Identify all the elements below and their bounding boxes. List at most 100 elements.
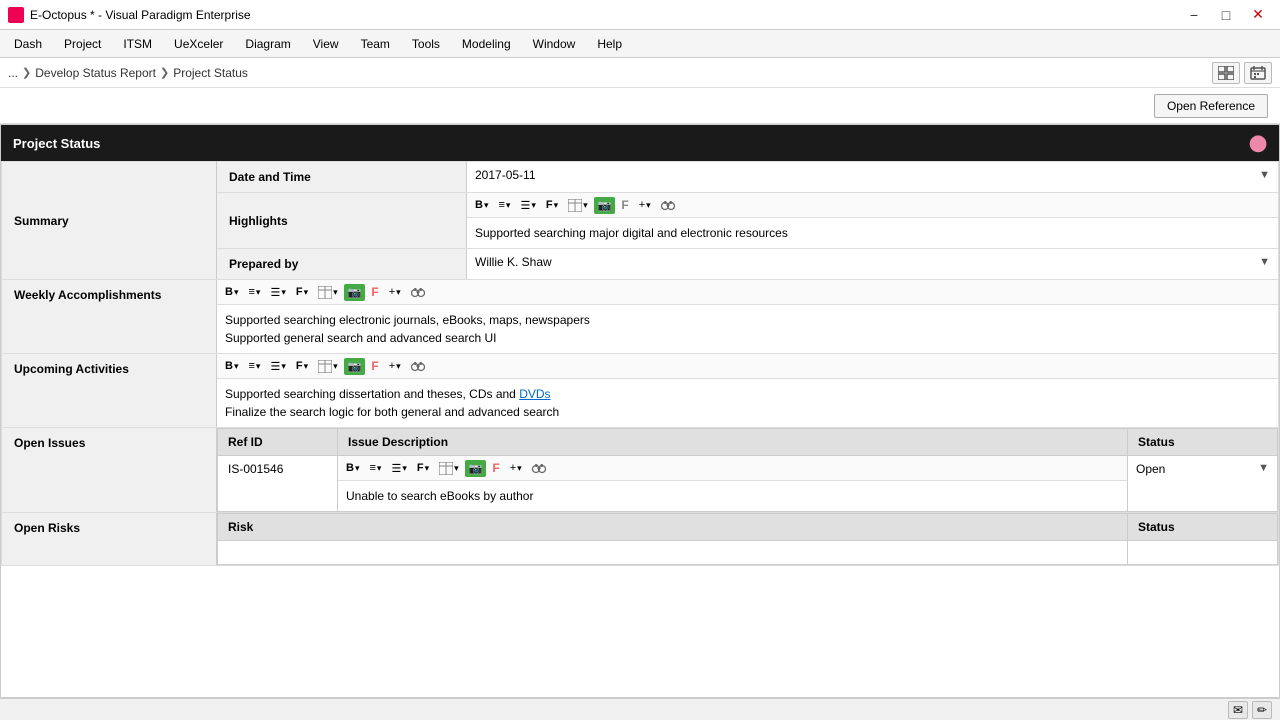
weekly-content-cell: B▾ ≡▾ ☰▾ F▾ ▾ 📷 F +▾ [217,280,1279,354]
open-risks-content-cell: Risk Status [217,513,1279,566]
risk-header: Risk [218,514,1128,541]
menu-view[interactable]: View [303,33,349,55]
open-issues-table: Ref ID Issue Description Status IS-00154… [217,428,1278,512]
risk-status-header: Status [1128,514,1278,541]
menu-window[interactable]: Window [523,33,586,55]
highlights-align-btn[interactable]: ≡▾ [494,197,514,213]
datetime-value: 2017-05-11 [475,168,536,182]
risk-empty-cell [218,541,1128,565]
prepared-by-value-cell[interactable]: Willie K. Shaw ▼ [467,249,1279,280]
issue-font-btn[interactable]: F▾ [413,460,433,476]
upcoming-add-btn[interactable]: +▾ [385,358,405,374]
edit-icon-btn[interactable]: ✏ [1252,701,1272,719]
title-bar: E-Octopus * - Visual Paradigm Enterprise… [0,0,1280,30]
upcoming-link-btn[interactable]: F [367,357,382,375]
main-wrapper: Project Status ⬤ Summary Date and Time 2… [0,124,1280,698]
breadcrumb-develop-status[interactable]: Develop Status Report [35,66,156,80]
menu-project[interactable]: Project [54,33,111,55]
menu-tools[interactable]: Tools [402,33,450,55]
layout-icon-btn[interactable] [1212,62,1240,84]
menu-itsm[interactable]: ITSM [113,33,162,55]
menu-bar: Dash Project ITSM UeXceler Diagram View … [0,30,1280,58]
weekly-add-btn[interactable]: +▾ [385,284,405,300]
mail-icon-btn[interactable]: ✉ [1228,701,1248,719]
weekly-table-btn[interactable]: ▾ [314,284,342,301]
prepared-by-dropdown-arrow[interactable]: ▼ [1259,256,1270,268]
highlights-font-btn[interactable]: F▾ [542,197,562,213]
restore-button[interactable]: □ [1212,5,1240,25]
issue-desc-header: Issue Description [338,429,1128,456]
calendar-icon-btn[interactable] [1244,62,1272,84]
weekly-list-btn[interactable]: ☰▾ [266,284,289,301]
weekly-font-btn[interactable]: F▾ [292,284,312,300]
minimize-button[interactable]: − [1180,5,1208,25]
highlights-bold-btn[interactable]: B▾ [471,197,492,213]
upcoming-label: Upcoming Activities [2,354,217,428]
issue-bold-btn[interactable]: B▾ [342,460,363,476]
datetime-label: Date and Time [217,162,467,193]
weekly-toolbar: B▾ ≡▾ ☰▾ F▾ ▾ 📷 F +▾ [217,280,1278,305]
table-icon [568,199,582,212]
weekly-link-btn[interactable]: F [367,283,382,301]
menu-uexceler[interactable]: UeXceler [164,33,233,55]
weekly-line-1: Supported searching electronic journals,… [225,311,1270,329]
summary-label: Summary [2,162,217,280]
highlights-link-btn[interactable]: F [617,196,632,214]
breadcrumb-project-status[interactable]: Project Status [173,66,248,80]
weekly-text[interactable]: Supported searching electronic journals,… [217,305,1278,353]
menu-modeling[interactable]: Modeling [452,33,521,55]
upcoming-table-btn[interactable]: ▾ [314,358,342,375]
issue-status-cell[interactable]: Open ▼ [1128,456,1278,512]
weekly-align-btn[interactable]: ≡▾ [244,284,264,300]
breadcrumb-more[interactable]: ... [8,66,18,80]
issue-add-btn[interactable]: +▾ [506,460,526,476]
highlights-binoculars-btn[interactable] [657,197,679,213]
main-content: Project Status ⬤ Summary Date and Time 2… [0,124,1280,698]
issue-description-text[interactable]: Unable to search eBooks by author [338,481,1127,511]
datetime-value-cell[interactable]: 2017-05-11 ▼ [467,162,1279,193]
calendar-icon [1250,66,1266,80]
weekly-img-btn[interactable]: 📷 [344,284,366,301]
upcoming-bold-btn[interactable]: B▾ [221,358,242,374]
upcoming-font-btn[interactable]: F▾ [292,358,312,374]
weekly-label: Weekly Accomplishments [2,280,217,354]
issue-status-value: Open [1136,462,1165,476]
issue-link-btn[interactable]: F [488,459,503,477]
issue-align-btn[interactable]: ≡▾ [365,460,385,476]
open-risks-row: Open Risks Risk Status [2,513,1279,566]
open-issues-header-row: Ref ID Issue Description Status [218,429,1278,456]
upcoming-img-btn[interactable]: 📷 [344,358,366,375]
issue-status-dropdown[interactable]: ▼ [1258,462,1269,474]
risk-empty-row [218,541,1278,565]
highlights-list-btn[interactable]: ☰▾ [516,197,539,214]
open-ref-bar: Open Reference [0,88,1280,124]
issue-img-btn[interactable]: 📷 [465,460,487,477]
highlights-img-btn[interactable]: 📷 [594,197,616,214]
highlights-value-cell: B▾ ≡▾ ☰▾ F▾ ▾ 📷 F +▾ [467,193,1279,249]
menu-diagram[interactable]: Diagram [235,33,300,55]
highlights-add-btn[interactable]: +▾ [635,197,655,213]
weekly-bold-btn[interactable]: B▾ [221,284,242,300]
menu-help[interactable]: Help [587,33,632,55]
summary-datetime-row: Summary Date and Time 2017-05-11 ▼ [2,162,1279,193]
upcoming-align-btn[interactable]: ≡▾ [244,358,264,374]
dvds-link[interactable]: DVDs [519,387,550,401]
issue-table-btn[interactable]: ▾ [435,460,463,477]
close-button[interactable]: ✕ [1244,5,1272,25]
open-issues-row: Open Issues Ref ID Issue Description Sta… [2,428,1279,513]
issue-list-btn[interactable]: ☰▾ [387,460,410,477]
menu-team[interactable]: Team [351,33,400,55]
upcoming-activities-row: Upcoming Activities B▾ ≡▾ ☰▾ F▾ ▾ [2,354,1279,428]
window-controls[interactable]: − □ ✕ [1180,5,1272,25]
issue-binoculars-btn[interactable] [528,460,550,476]
menu-dash[interactable]: Dash [4,33,52,55]
datetime-dropdown-arrow[interactable]: ▼ [1259,169,1270,181]
highlights-text[interactable]: Supported searching major digital and el… [467,218,1278,248]
upcoming-text[interactable]: Supported searching dissertation and the… [217,379,1278,427]
upcoming-list-btn[interactable]: ☰▾ [266,358,289,375]
weekly-binoculars-btn[interactable] [407,284,429,300]
open-reference-button[interactable]: Open Reference [1154,94,1268,118]
upcoming-binoculars-btn[interactable] [407,358,429,374]
highlights-table-btn[interactable]: ▾ [564,197,592,214]
issue-toolbar: B▾ ≡▾ ☰▾ F▾ [338,456,1127,481]
